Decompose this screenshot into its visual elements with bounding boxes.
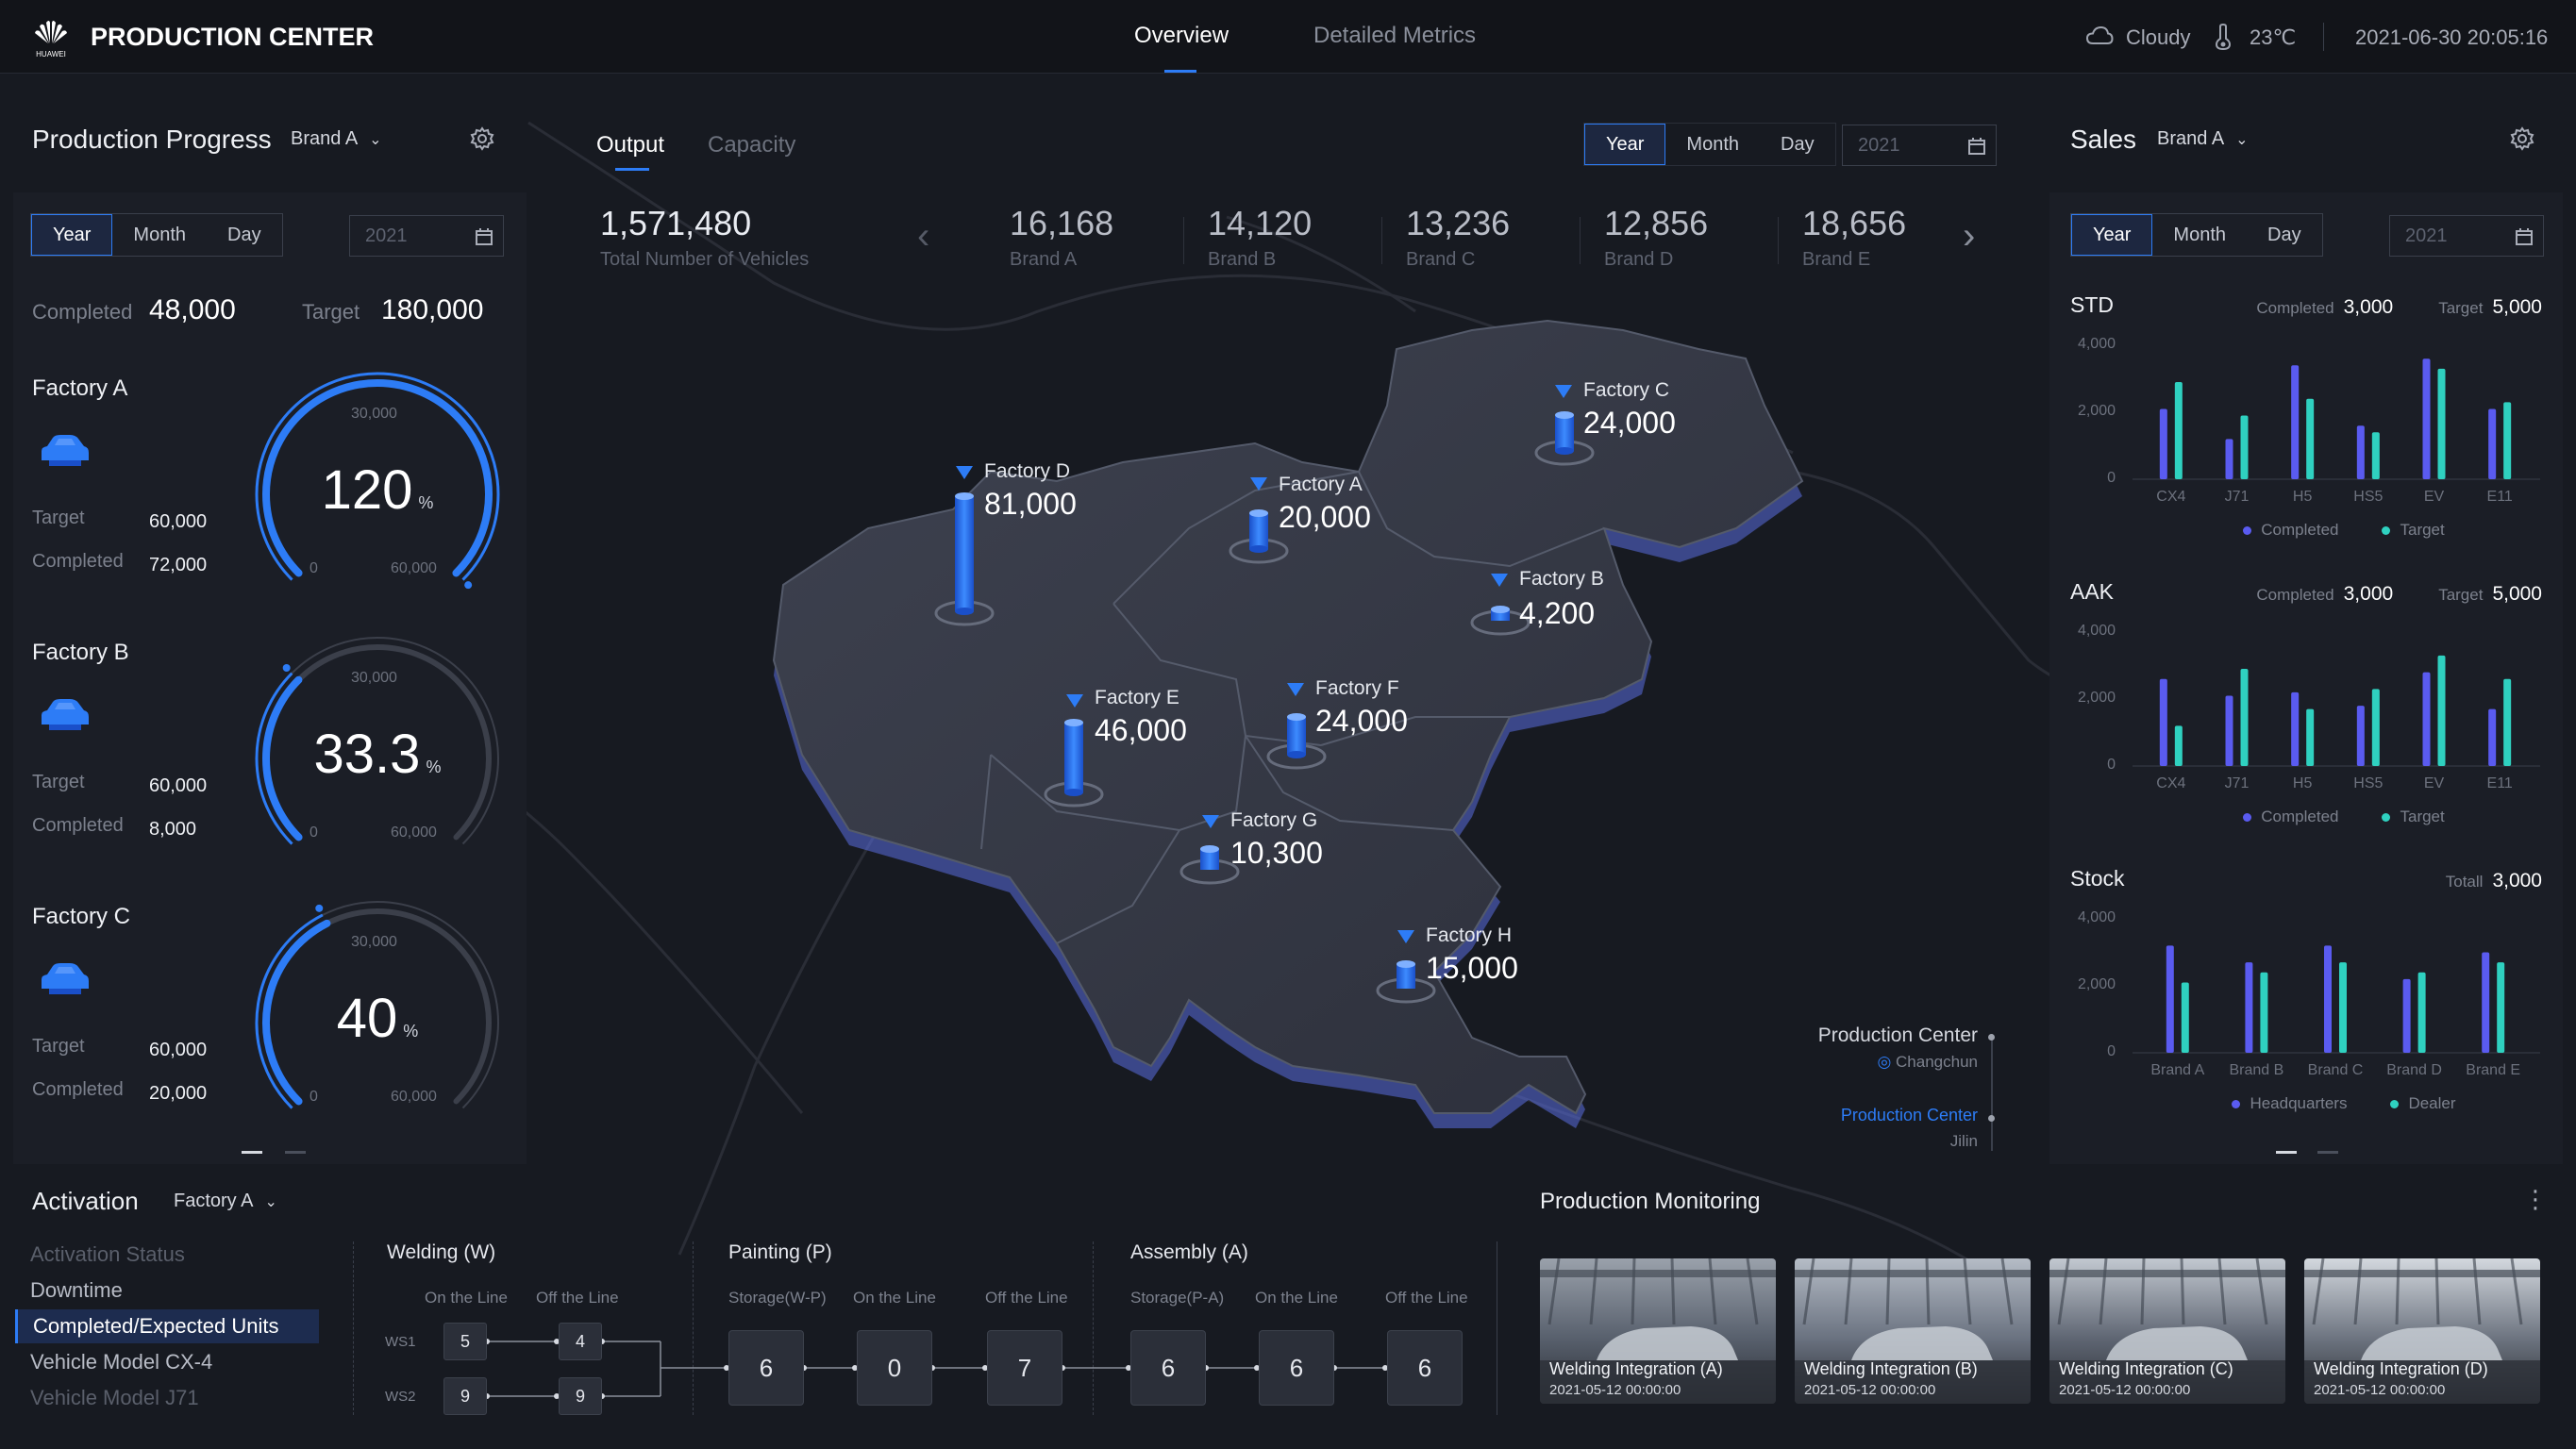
welding-title: Welding (W) xyxy=(387,1241,496,1263)
camera-title: Welding Integration (D) xyxy=(2314,1359,2488,1378)
ws1-label: WS1 xyxy=(385,1334,416,1350)
assembly-off-line-label: Off the Line xyxy=(1385,1289,1468,1307)
camera-feed[interactable]: Welding Integration (A) 2021-05-12 00:00:… xyxy=(1540,1258,1776,1404)
ws1-off-line-count[interactable]: 4 xyxy=(559,1323,602,1360)
camera-timestamp: 2021-05-12 00:00:00 xyxy=(2059,1382,2191,1398)
camera-feed[interactable]: Welding Integration (C) 2021-05-12 00:00:… xyxy=(2049,1258,2285,1404)
camera-timestamp: 2021-05-12 00:00:00 xyxy=(1549,1382,1681,1398)
painting-storage-label: Storage(W-P) xyxy=(728,1289,827,1307)
painting-on-line-label: On the Line xyxy=(853,1289,936,1307)
ws2-on-line-count[interactable]: 9 xyxy=(443,1377,487,1415)
monitoring-title: Production Monitoring xyxy=(1540,1189,1761,1214)
assembly-storage-count[interactable]: 6 xyxy=(1130,1330,1206,1406)
camera-timestamp: 2021-05-12 00:00:00 xyxy=(2314,1382,2446,1398)
welding-off-line-label: Off the Line xyxy=(536,1289,619,1307)
camera-title: Welding Integration (A) xyxy=(1549,1359,1723,1378)
assembly-off-line-count[interactable]: 6 xyxy=(1387,1330,1463,1406)
ws2-off-line-count[interactable]: 9 xyxy=(559,1377,602,1415)
painting-title: Painting (P) xyxy=(728,1241,832,1263)
more-options-icon[interactable]: ⋮ xyxy=(2523,1185,2548,1214)
assembly-on-line-count[interactable]: 6 xyxy=(1259,1330,1334,1406)
ws1-on-line-count[interactable]: 5 xyxy=(443,1323,487,1360)
welding-on-line-label: On the Line xyxy=(425,1289,508,1307)
painting-off-line-count[interactable]: 7 xyxy=(987,1330,1062,1406)
camera-feed[interactable]: Welding Integration (D) 2021-05-12 00:00:… xyxy=(2304,1258,2540,1404)
camera-timestamp: 2021-05-12 00:00:00 xyxy=(1804,1382,1936,1398)
assembly-storage-label: Storage(P-A) xyxy=(1130,1289,1225,1307)
ws2-label: WS2 xyxy=(385,1389,416,1405)
camera-title: Welding Integration (B) xyxy=(1804,1359,1978,1378)
painting-off-line-label: Off the Line xyxy=(985,1289,1068,1307)
painting-storage-count[interactable]: 6 xyxy=(728,1330,804,1406)
assembly-on-line-label: On the Line xyxy=(1255,1289,1338,1307)
painting-on-line-count[interactable]: 0 xyxy=(857,1330,932,1406)
camera-title: Welding Integration (C) xyxy=(2059,1359,2233,1378)
process-connectors xyxy=(484,1339,1388,1399)
camera-feed[interactable]: Welding Integration (B) 2021-05-12 00:00:… xyxy=(1795,1258,2031,1404)
assembly-title: Assembly (A) xyxy=(1130,1241,1248,1263)
